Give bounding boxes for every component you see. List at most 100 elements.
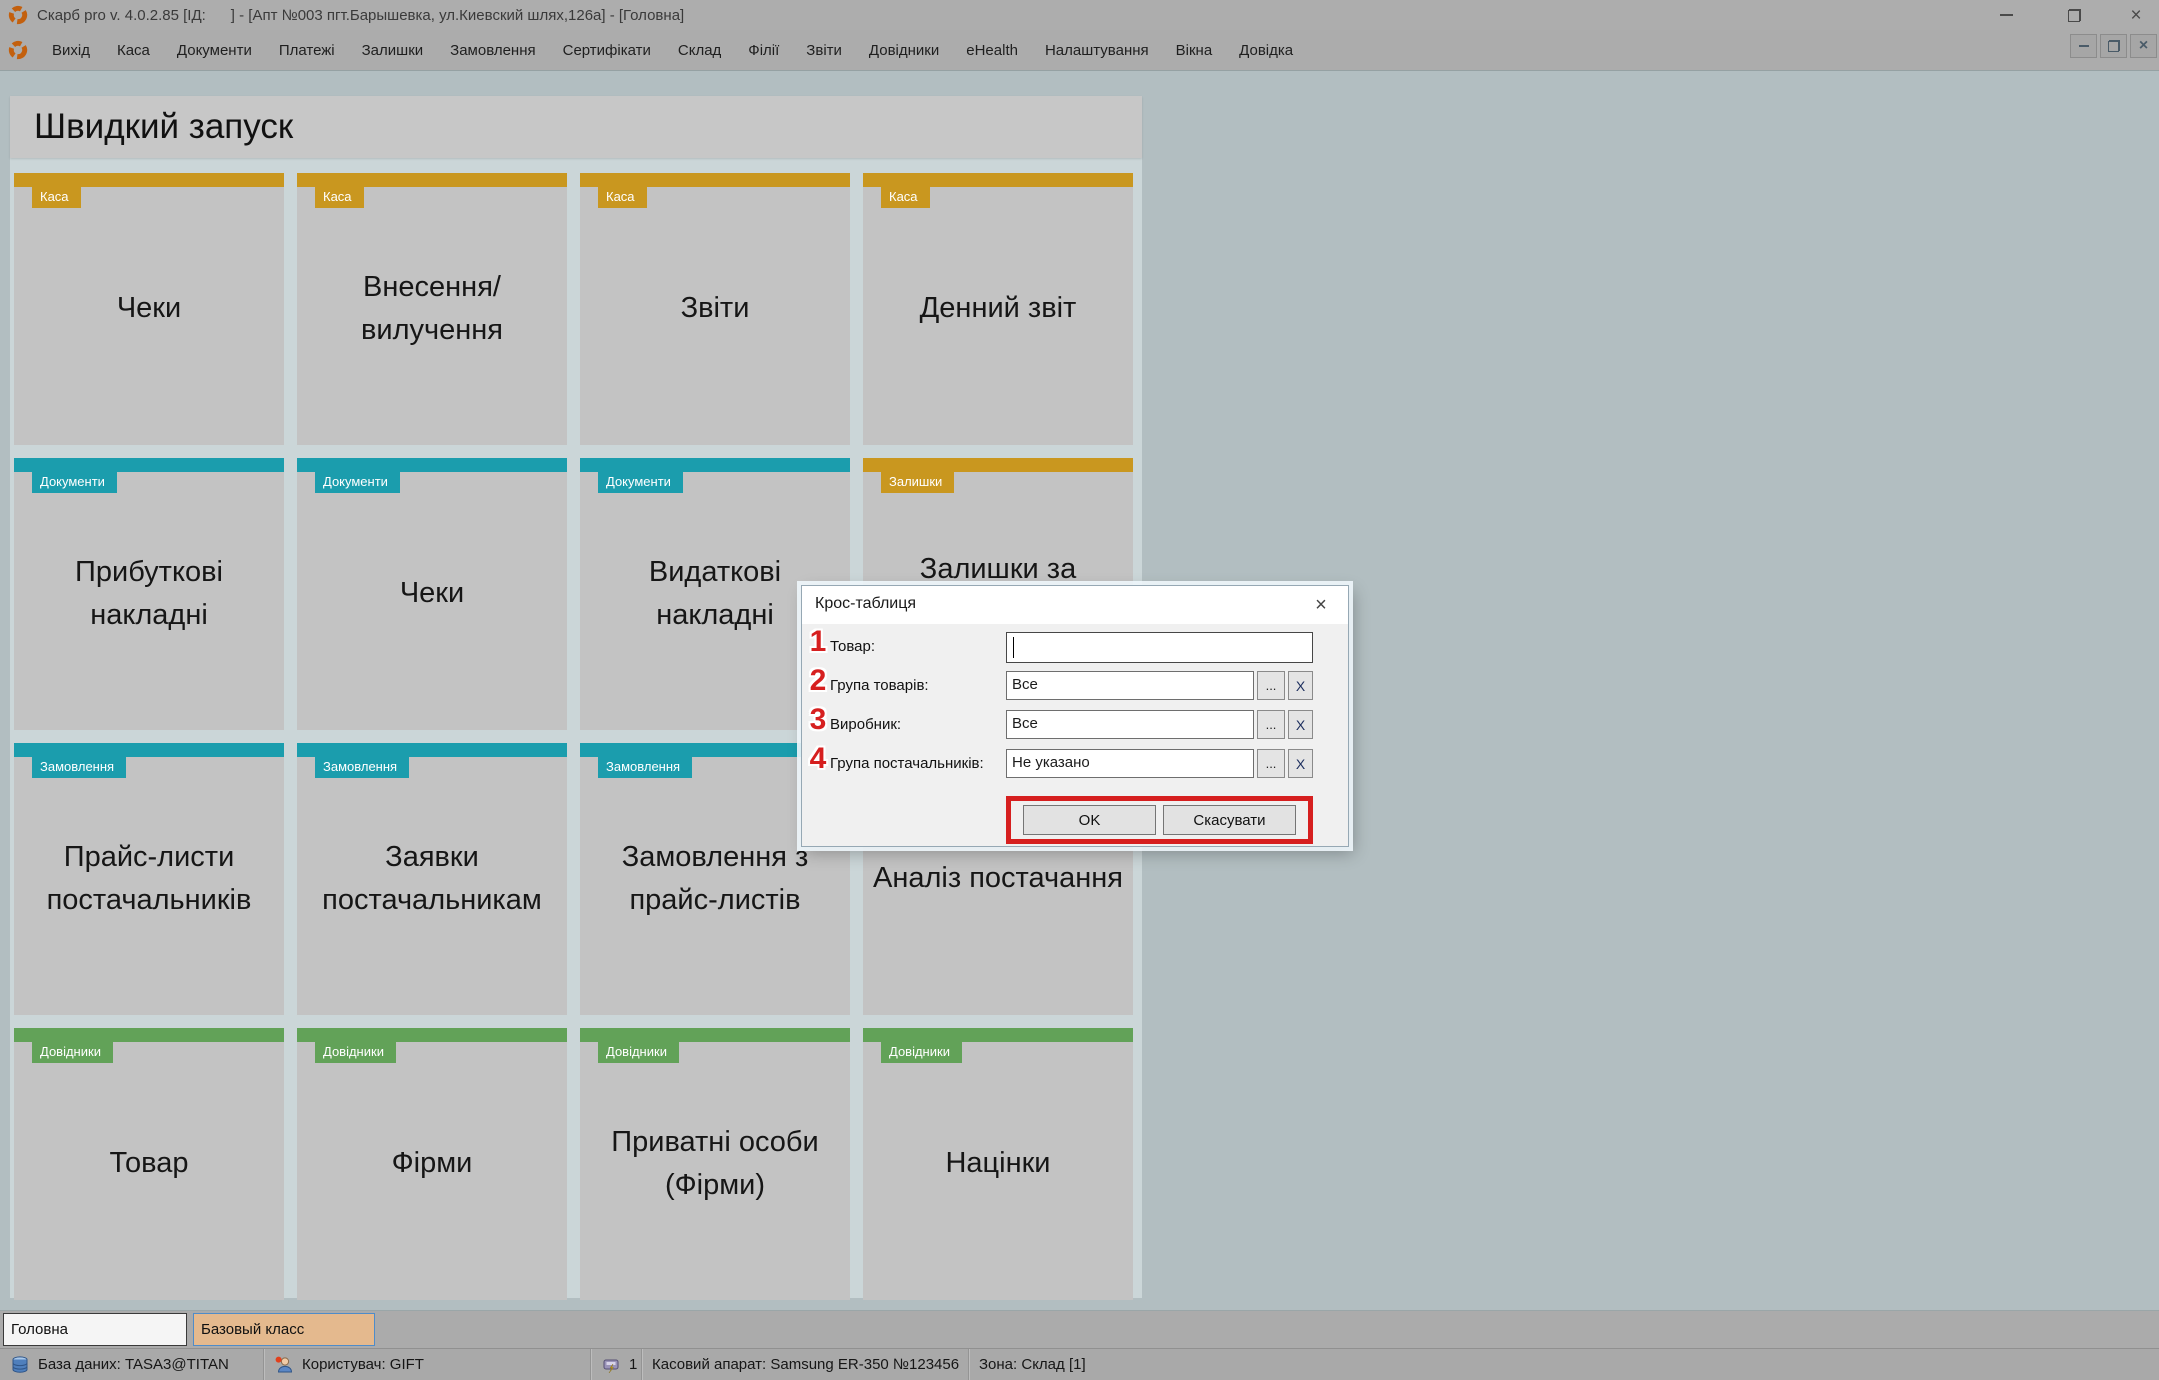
status-section: База даних: TASA3@TITAN bbox=[0, 1349, 263, 1380]
browse-button[interactable]: ... bbox=[1257, 749, 1285, 778]
tile-label: Чеки bbox=[297, 458, 567, 730]
dialog-field-label: Виробник: bbox=[830, 710, 901, 740]
menu-item[interactable]: Платежі bbox=[279, 42, 335, 59]
app-logo-icon bbox=[8, 40, 28, 60]
clear-button[interactable]: X bbox=[1288, 671, 1313, 700]
quick-launch-tile[interactable]: ЗамовленняЗаявки постачальникам bbox=[297, 743, 567, 1015]
bottom-tabstrip: ГоловнаБазовый класс bbox=[0, 1310, 2159, 1348]
app-logo-icon bbox=[8, 5, 28, 25]
quick-launch-tile[interactable]: ЗамовленняПрайс-листи постачальників bbox=[14, 743, 284, 1015]
quick-launch-header: Швидкий запуск bbox=[10, 96, 1142, 158]
statusbar: База даних: TASA3@TITAN Користувач: GIFT 1… bbox=[0, 1348, 2159, 1380]
menu-item[interactable]: Довідка bbox=[1239, 42, 1293, 59]
close-button[interactable]: × bbox=[2113, 0, 2159, 30]
dialog-title: Крос-таблиця bbox=[815, 595, 916, 613]
tile-label: Приватні особи (Фірми) bbox=[580, 1028, 850, 1300]
menu-item[interactable]: Довідники bbox=[869, 42, 939, 59]
menu-item[interactable]: Вихід bbox=[52, 42, 90, 59]
minimize-icon bbox=[2079, 45, 2089, 47]
tab-bazovyi-klass[interactable]: Базовый класс bbox=[193, 1313, 375, 1346]
mdi-minimize-button[interactable] bbox=[2070, 34, 2097, 58]
dialog-field-label: Група товарів: bbox=[830, 671, 929, 701]
restore-icon bbox=[2108, 40, 2120, 52]
quick-launch-tile[interactable]: ДовідникиФірми bbox=[297, 1028, 567, 1300]
restore-icon bbox=[2068, 9, 2081, 22]
status-text: Касовий апарат: Samsung ER-350 №123456 bbox=[652, 1356, 959, 1373]
annotation-rectangle: OK Скасувати bbox=[1006, 796, 1313, 844]
cash-register-icon bbox=[601, 1355, 621, 1375]
tile-label: Прайс-листи постачальників bbox=[14, 743, 284, 1015]
menu-item[interactable]: Каса bbox=[117, 42, 150, 59]
clear-button[interactable]: X bbox=[1288, 749, 1313, 778]
menu-item[interactable]: Налаштування bbox=[1045, 42, 1149, 59]
menu-item[interactable]: Замовлення bbox=[450, 42, 535, 59]
browse-button[interactable]: ... bbox=[1257, 710, 1285, 739]
combo-value[interactable]: Все bbox=[1006, 671, 1254, 700]
quick-launch-tile[interactable]: КасаВнесення/вилучення bbox=[297, 173, 567, 445]
window-title: Скарб pro v. 4.0.2.85 [ІД: ] - [Апт №003… bbox=[37, 7, 684, 24]
annotation-4: 4 bbox=[803, 742, 833, 775]
quick-launch-tile[interactable]: ДовідникиТовар bbox=[14, 1028, 284, 1300]
mdi-close-button[interactable]: × bbox=[2130, 34, 2157, 58]
quick-launch-tile[interactable]: КасаЗвіти bbox=[580, 173, 850, 445]
browse-button[interactable]: ... bbox=[1257, 671, 1285, 700]
status-section: 1 bbox=[590, 1349, 641, 1380]
status-text: 1 bbox=[629, 1356, 637, 1373]
user-icon bbox=[274, 1355, 294, 1375]
dialog-field-label: Товар: bbox=[830, 632, 875, 662]
product-input[interactable] bbox=[1006, 632, 1313, 663]
close-icon: × bbox=[2139, 38, 2148, 54]
close-icon: × bbox=[2130, 6, 2141, 25]
menu-item[interactable]: Залишки bbox=[362, 42, 424, 59]
quick-launch-tile[interactable]: ДовідникиПриватні особи (Фірми) bbox=[580, 1028, 850, 1300]
ok-button[interactable]: OK bbox=[1023, 805, 1156, 835]
dialog-close-button[interactable]: × bbox=[1308, 592, 1334, 618]
annotation-1: 1 bbox=[803, 625, 833, 658]
tile-label: Заявки постачальникам bbox=[297, 743, 567, 1015]
status-text: База даних: TASA3@TITAN bbox=[38, 1356, 229, 1373]
clear-button[interactable]: X bbox=[1288, 710, 1313, 739]
combo-value[interactable]: Не указано bbox=[1006, 749, 1254, 778]
close-icon: × bbox=[1315, 594, 1327, 617]
quick-launch-tile[interactable]: ДокументиЧеки bbox=[297, 458, 567, 730]
menu-item[interactable]: eHealth bbox=[966, 42, 1018, 59]
tile-label: Чеки bbox=[14, 173, 284, 445]
quick-launch-tile[interactable]: ДокументиПрибуткові накладні bbox=[14, 458, 284, 730]
menu-item[interactable]: Вікна bbox=[1176, 42, 1213, 59]
menu-item[interactable]: Склад bbox=[678, 42, 721, 59]
cross-table-dialog: Крос-таблиця × 1Товар:2Група товарів: Все… bbox=[801, 585, 1349, 847]
dialog-combo-field: Все...X bbox=[1006, 671, 1313, 700]
tile-label: Звіти bbox=[580, 173, 850, 445]
dialog-field-label: Група постачальників: bbox=[830, 749, 984, 779]
tile-label: Товар bbox=[14, 1028, 284, 1300]
tile-label: Внесення/вилучення bbox=[297, 173, 567, 445]
menubar: Вихід Каса Документи Платежі Залишки Замовлен… bbox=[0, 30, 2159, 71]
minimize-icon bbox=[2000, 14, 2013, 16]
dialog-titlebar: Крос-таблиця × bbox=[802, 586, 1348, 624]
database-icon bbox=[10, 1355, 30, 1375]
status-section: Користувач: GIFT bbox=[263, 1349, 590, 1380]
annotation-3: 3 bbox=[803, 703, 833, 736]
tile-label: Фірми bbox=[297, 1028, 567, 1300]
application-window: Скарб pro v. 4.0.2.85 [ІД: ] - [Апт №003… bbox=[0, 0, 2159, 1380]
menu-item[interactable]: Сертифікати bbox=[563, 42, 651, 59]
menu-item[interactable]: Документи bbox=[177, 42, 252, 59]
status-text: Зона: Склад [1] bbox=[979, 1356, 1086, 1373]
titlebar: Скарб pro v. 4.0.2.85 [ІД: ] - [Апт №003… bbox=[0, 0, 2159, 30]
tab-holovna[interactable]: Головна bbox=[3, 1313, 187, 1346]
dialog-combo-field: Все...X bbox=[1006, 710, 1313, 739]
text-cursor bbox=[1013, 637, 1014, 658]
cancel-button[interactable]: Скасувати bbox=[1163, 805, 1296, 835]
minimize-button[interactable] bbox=[1983, 0, 2029, 30]
menu-item[interactable]: Філії bbox=[748, 42, 779, 59]
mdi-restore-button[interactable] bbox=[2100, 34, 2127, 58]
dialog-combo-field: Не указано...X bbox=[1006, 749, 1313, 778]
menu-item[interactable]: Звіти bbox=[806, 42, 842, 59]
quick-launch-tile[interactable]: ДовідникиНацінки bbox=[863, 1028, 1133, 1300]
annotation-2: 2 bbox=[803, 664, 833, 697]
restore-button[interactable] bbox=[2051, 0, 2097, 30]
quick-launch-tile[interactable]: КасаДенний звіт bbox=[863, 173, 1133, 445]
combo-value[interactable]: Все bbox=[1006, 710, 1254, 739]
tile-label: Націнки bbox=[863, 1028, 1133, 1300]
quick-launch-tile[interactable]: КасаЧеки bbox=[14, 173, 284, 445]
